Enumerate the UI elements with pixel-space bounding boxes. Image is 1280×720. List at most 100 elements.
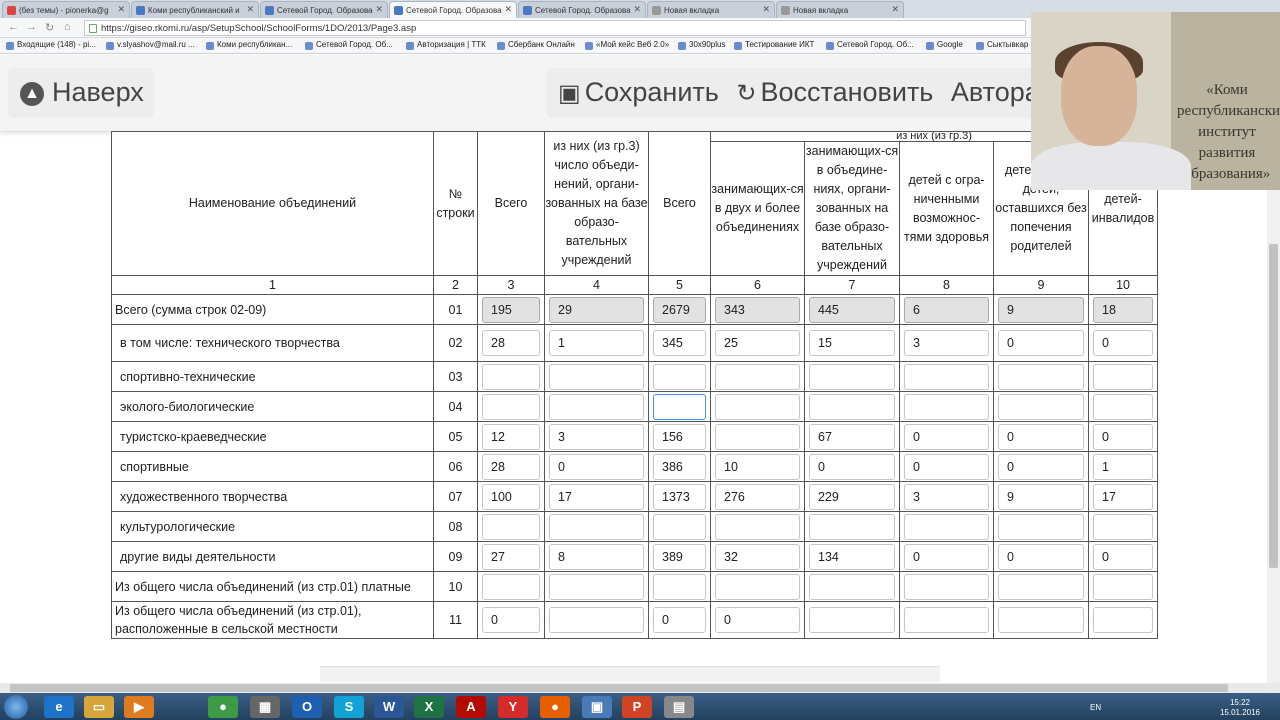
firefox-icon[interactable]: ● bbox=[540, 696, 570, 718]
browser-tab[interactable]: Новая вкладка ✕ bbox=[776, 1, 904, 18]
bookmark-item[interactable]: Входящие (148) - pi... bbox=[6, 40, 96, 50]
browser-tab[interactable]: Сетевой Город. Образова ✕ bbox=[260, 1, 388, 18]
calculator-icon[interactable]: ▦ bbox=[250, 696, 280, 718]
value-input[interactable] bbox=[904, 393, 989, 420]
value-input[interactable] bbox=[715, 423, 800, 450]
vertical-scrollbar[interactable] bbox=[1267, 190, 1280, 683]
value-input[interactable] bbox=[715, 363, 800, 390]
value-input[interactable] bbox=[482, 363, 540, 390]
start-button[interactable] bbox=[4, 695, 28, 719]
value-input[interactable]: 8 bbox=[549, 543, 644, 570]
value-input[interactable] bbox=[482, 393, 540, 420]
value-input[interactable] bbox=[904, 573, 989, 600]
value-input[interactable]: 345 bbox=[653, 330, 706, 356]
value-input[interactable]: 134 bbox=[809, 543, 895, 570]
ie-icon[interactable]: e bbox=[44, 696, 74, 718]
value-input[interactable] bbox=[715, 393, 800, 420]
back-icon[interactable]: ← bbox=[8, 21, 19, 33]
browser-tab-active[interactable]: Сетевой Город. Образова ✕ bbox=[389, 1, 517, 19]
value-input[interactable]: 17 bbox=[1093, 483, 1154, 510]
installer-icon[interactable]: ▤ bbox=[664, 696, 694, 718]
close-icon[interactable]: ✕ bbox=[504, 4, 512, 15]
value-input[interactable]: 3 bbox=[904, 483, 989, 510]
value-input[interactable]: 0 bbox=[809, 453, 895, 480]
value-input[interactable]: 386 bbox=[653, 453, 706, 480]
value-input[interactable]: 276 bbox=[715, 483, 800, 510]
value-input[interactable]: 1 bbox=[1093, 453, 1154, 480]
value-input[interactable]: 0 bbox=[904, 543, 989, 570]
browser-tab[interactable]: Коми республиканский и ✕ bbox=[131, 1, 259, 18]
restore-button[interactable]: ↻ Восстановить bbox=[736, 77, 933, 107]
value-input[interactable]: 17 bbox=[549, 483, 644, 510]
close-icon[interactable]: ✕ bbox=[633, 4, 641, 15]
value-input[interactable]: 229 bbox=[809, 483, 895, 510]
value-input[interactable]: 0 bbox=[1093, 543, 1154, 570]
value-input[interactable]: 0 bbox=[653, 607, 706, 633]
value-input[interactable]: 32 bbox=[715, 543, 800, 570]
value-input[interactable] bbox=[1093, 393, 1154, 420]
value-input[interactable] bbox=[653, 363, 706, 390]
value-input[interactable]: 0 bbox=[904, 453, 989, 480]
value-input[interactable]: 0 bbox=[1093, 423, 1154, 450]
value-input[interactable]: 1373 bbox=[653, 483, 706, 510]
save-button[interactable]: ▣ Сохранить bbox=[558, 77, 719, 107]
value-input[interactable] bbox=[549, 513, 644, 540]
value-input[interactable] bbox=[715, 573, 800, 600]
value-input[interactable]: 9 bbox=[998, 483, 1084, 510]
value-input[interactable] bbox=[549, 607, 644, 633]
bookmark-item[interactable]: Сбербанк Онлайн bbox=[497, 40, 575, 50]
bookmark-item[interactable]: 30x90plus bbox=[678, 40, 725, 50]
value-input[interactable] bbox=[1093, 607, 1154, 633]
bookmark-item[interactable]: v.slyashov@mail.ru ... bbox=[106, 40, 195, 50]
value-input[interactable] bbox=[715, 513, 800, 540]
bookmark-item[interactable]: Коми республикан... bbox=[206, 40, 292, 50]
value-input[interactable]: 0 bbox=[1093, 330, 1154, 356]
close-icon[interactable]: ✕ bbox=[891, 4, 899, 15]
forward-icon[interactable]: → bbox=[26, 21, 37, 33]
yandex-icon[interactable]: Y bbox=[498, 696, 528, 718]
word-icon[interactable]: W bbox=[374, 696, 404, 718]
value-input[interactable]: 1 bbox=[549, 330, 644, 356]
value-input[interactable] bbox=[653, 393, 706, 420]
value-input[interactable]: 0 bbox=[482, 607, 540, 633]
value-input[interactable] bbox=[998, 513, 1084, 540]
value-input[interactable] bbox=[998, 573, 1084, 600]
value-input[interactable] bbox=[904, 513, 989, 540]
value-input[interactable]: 0 bbox=[998, 423, 1084, 450]
value-input[interactable]: 156 bbox=[653, 423, 706, 450]
network-icon[interactable]: ▣ bbox=[582, 696, 612, 718]
bookmark-item[interactable]: Сыктывкар bbox=[976, 40, 1028, 50]
close-icon[interactable]: ✕ bbox=[246, 4, 254, 15]
browser-tab[interactable]: (без темы) - pionerka@g ✕ bbox=[2, 1, 130, 18]
value-input[interactable] bbox=[809, 363, 895, 390]
value-input[interactable]: 3 bbox=[549, 423, 644, 450]
value-input[interactable] bbox=[809, 393, 895, 420]
value-input[interactable]: 67 bbox=[809, 423, 895, 450]
value-input[interactable] bbox=[809, 513, 895, 540]
powerpoint-icon[interactable]: P bbox=[622, 696, 652, 718]
browser-tab[interactable]: Новая вкладка ✕ bbox=[647, 1, 775, 18]
up-button[interactable]: ▲ Наверх bbox=[8, 68, 154, 118]
skype-icon[interactable]: S bbox=[334, 696, 364, 718]
value-input[interactable]: 0 bbox=[904, 423, 989, 450]
outlook-icon[interactable]: O bbox=[292, 696, 322, 718]
url-input[interactable]: https://giseo.rkomi.ru/asp/SetupSchool/S… bbox=[84, 20, 1026, 36]
value-input[interactable]: 0 bbox=[998, 543, 1084, 570]
bookmark-item[interactable]: Google bbox=[926, 40, 963, 50]
bookmark-item[interactable]: «Мой кейс Веб 2.0» bbox=[585, 40, 669, 50]
language-indicator[interactable]: EN bbox=[1090, 703, 1101, 712]
value-input[interactable] bbox=[809, 607, 895, 633]
excel-icon[interactable]: X bbox=[414, 696, 444, 718]
value-input[interactable] bbox=[653, 573, 706, 600]
value-input[interactable] bbox=[1093, 573, 1154, 600]
value-input[interactable] bbox=[998, 607, 1084, 633]
value-input[interactable] bbox=[998, 393, 1084, 420]
value-input[interactable] bbox=[998, 363, 1084, 390]
chrome-icon[interactable]: ● bbox=[208, 696, 238, 718]
home-icon[interactable]: ⌂ bbox=[64, 21, 71, 33]
value-input[interactable]: 3 bbox=[904, 330, 989, 356]
value-input[interactable]: 28 bbox=[482, 330, 540, 356]
browser-tab[interactable]: Сетевой Город. Образова ✕ bbox=[518, 1, 646, 18]
value-input[interactable]: 0 bbox=[998, 453, 1084, 480]
value-input[interactable]: 389 bbox=[653, 543, 706, 570]
